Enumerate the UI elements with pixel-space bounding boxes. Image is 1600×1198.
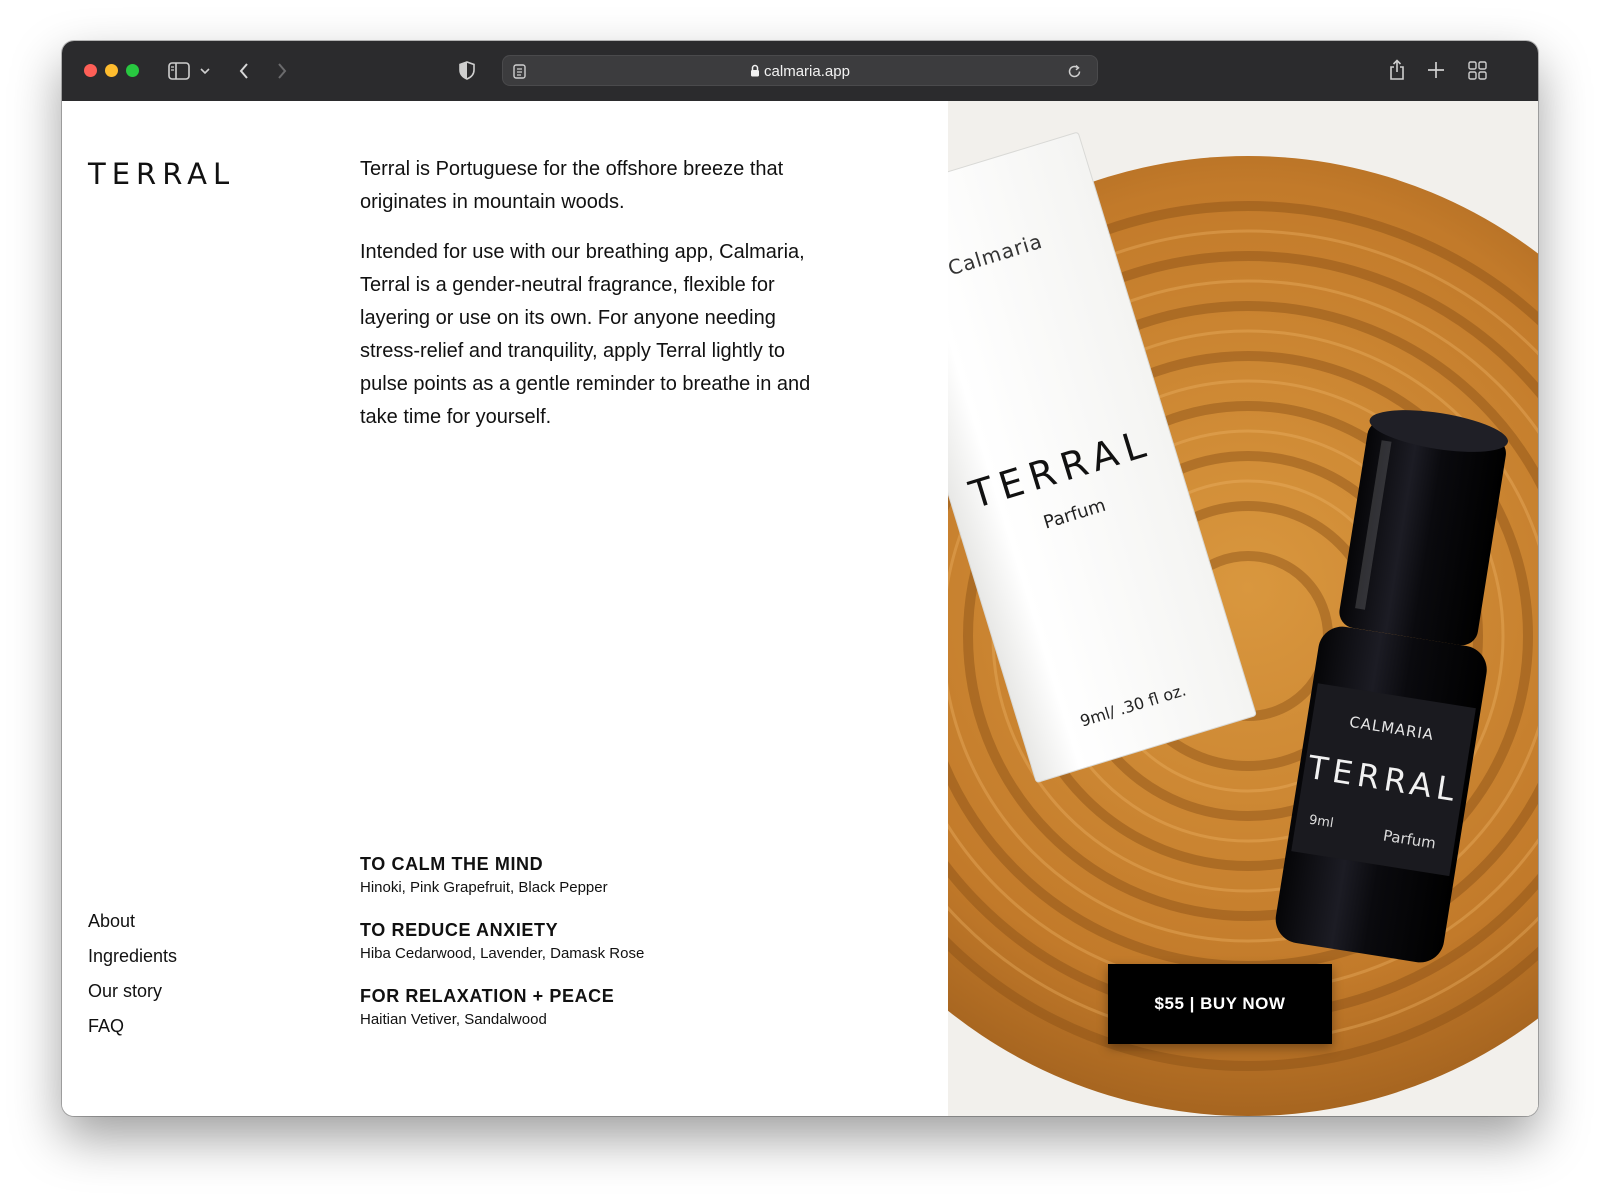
minimize-window-button[interactable] bbox=[105, 64, 118, 77]
close-window-button[interactable] bbox=[84, 64, 97, 77]
address-bar[interactable]: calmaria.app bbox=[502, 55, 1098, 86]
browser-toolbar: calmaria.app bbox=[62, 41, 1538, 102]
url-text: calmaria.app bbox=[764, 63, 850, 80]
benefit-item: TO CALM THE MIND Hinoki, Pink Grapefruit… bbox=[360, 851, 780, 899]
share-icon[interactable] bbox=[1384, 56, 1410, 84]
zoom-window-button[interactable] bbox=[126, 64, 139, 77]
nav-ingredients-link[interactable]: Ingredients bbox=[88, 939, 177, 974]
benefits-list: TO CALM THE MIND Hinoki, Pink Grapefruit… bbox=[360, 851, 780, 1049]
brand-logo[interactable]: TERRAL bbox=[88, 157, 235, 191]
nav-faq-link[interactable]: FAQ bbox=[88, 1009, 177, 1044]
nav-our-story-link[interactable]: Our story bbox=[88, 974, 177, 1009]
intro-text: Terral is Portuguese for the offshore br… bbox=[360, 153, 830, 451]
back-icon[interactable] bbox=[234, 59, 254, 83]
forward-icon[interactable] bbox=[272, 59, 292, 83]
tab-overview-icon[interactable] bbox=[1465, 58, 1489, 82]
intro-paragraph: Intended for use with our breathing app,… bbox=[360, 241, 811, 428]
nav-about-link[interactable]: About bbox=[88, 904, 177, 939]
buy-now-button[interactable]: $55 | BUY NOW bbox=[1108, 964, 1332, 1044]
benefit-notes: Haitian Vetiver, Sandalwood bbox=[360, 1011, 547, 1028]
benefit-item: TO REDUCE ANXIETY Hiba Cedarwood, Lavend… bbox=[360, 917, 780, 965]
url-display[interactable]: calmaria.app bbox=[503, 63, 1097, 81]
intro-paragraph: Terral is Portuguese for the offshore br… bbox=[360, 158, 784, 213]
benefit-title: TO REDUCE ANXIETY bbox=[360, 920, 559, 940]
benefit-notes: Hiba Cedarwood, Lavender, Damask Rose bbox=[360, 945, 645, 962]
benefit-title: FOR RELAXATION + PEACE bbox=[360, 986, 615, 1006]
benefit-title: TO CALM THE MIND bbox=[360, 854, 544, 874]
reload-icon[interactable] bbox=[1065, 62, 1083, 80]
lock-icon bbox=[750, 64, 760, 81]
browser-window: calmaria.app TERRAL Terral is Portuguese… bbox=[62, 41, 1538, 1116]
chevron-down-icon[interactable] bbox=[198, 63, 212, 79]
screen: calmaria.app TERRAL Terral is Portuguese… bbox=[0, 0, 1600, 1198]
footer-nav: About Ingredients Our story FAQ bbox=[88, 904, 177, 1044]
benefit-notes: Hinoki, Pink Grapefruit, Black Pepper bbox=[360, 879, 608, 896]
sidebar-toggle-icon[interactable] bbox=[166, 59, 192, 83]
new-tab-icon[interactable] bbox=[1424, 58, 1448, 82]
benefit-item: FOR RELAXATION + PEACE Haitian Vetiver, … bbox=[360, 983, 780, 1031]
shield-icon[interactable] bbox=[456, 58, 478, 82]
